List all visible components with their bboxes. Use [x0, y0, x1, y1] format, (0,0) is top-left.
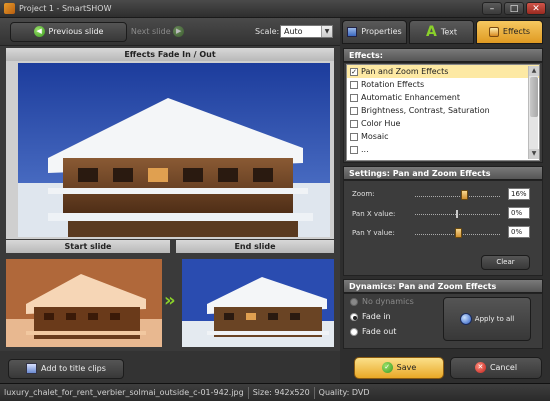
tab-properties[interactable]: Properties: [342, 20, 407, 44]
film-add-icon: [26, 363, 38, 374]
scale-label: Scale:: [255, 27, 280, 36]
minimize-button[interactable]: –: [482, 2, 502, 15]
add-to-title-clips-button[interactable]: Add to title clips: [8, 359, 124, 379]
no-dynamics-option[interactable]: No dynamics: [350, 297, 414, 306]
effects-list: ✓ Pan and Zoom Effects Rotation Effects A…: [346, 64, 540, 161]
scroll-down-icon[interactable]: ▼: [529, 149, 539, 159]
close-button[interactable]: ✕: [526, 2, 546, 15]
start-slide-caption: Start slide: [6, 240, 170, 253]
text-icon: A: [425, 24, 437, 40]
radio-fade-in[interactable]: [350, 312, 358, 321]
scroll-up-icon[interactable]: ▲: [529, 66, 539, 76]
list-item[interactable]: Brightness, Contrast, Saturation: [347, 104, 539, 117]
pan-y-label: Pan Y value:: [352, 229, 395, 237]
app-icon: [4, 3, 15, 14]
end-slide-caption: End slide: [176, 240, 334, 253]
effects-scrollbar[interactable]: ▲ ▼: [528, 66, 539, 159]
list-item[interactable]: Mosaic: [347, 130, 539, 143]
scroll-thumb[interactable]: [530, 77, 538, 117]
effect-checkbox[interactable]: [350, 145, 358, 154]
apply-icon: [459, 313, 472, 325]
apply-to-all-button[interactable]: Apply to all: [443, 297, 531, 341]
pan-y-value-field[interactable]: 0%: [508, 226, 530, 238]
effects-heading: Effects:: [343, 48, 543, 62]
status-size: Size: 942x520: [252, 388, 310, 397]
tab-effects[interactable]: Effects: [476, 20, 543, 44]
arrow-right-icon: ▶: [173, 26, 185, 37]
zoom-track[interactable]: [415, 196, 500, 198]
effect-checkbox[interactable]: [350, 132, 358, 141]
effect-checkbox[interactable]: [350, 93, 358, 102]
status-quality: Quality: DVD: [318, 388, 370, 397]
arrow-left-icon: ◀: [33, 26, 45, 37]
maximize-button[interactable]: □: [504, 2, 524, 15]
fade-out-option[interactable]: Fade out: [350, 327, 396, 336]
tab-text[interactable]: A Text: [409, 20, 474, 44]
cancel-icon: ✕: [474, 362, 486, 373]
pan-y-slider-handle[interactable]: [455, 228, 462, 238]
effects-preview-caption: Effects Fade In / Out: [6, 48, 334, 61]
title-bar: Project 1 - SmartSHOW – □ ✕: [0, 0, 550, 18]
effect-checkbox[interactable]: ✓: [350, 67, 358, 76]
effects-icon: [488, 26, 499, 37]
pan-x-value-field[interactable]: 0%: [508, 207, 530, 219]
fade-in-option[interactable]: Fade in: [350, 312, 391, 321]
list-item[interactable]: Color Hue: [347, 117, 539, 130]
effect-checkbox[interactable]: [350, 106, 358, 115]
end-slide-thumbnail[interactable]: [182, 259, 334, 347]
scale-select[interactable]: Auto ▼: [280, 25, 333, 38]
checkmark-icon: ✓: [381, 362, 393, 373]
settings-heading: Settings: Pan and Zoom Effects: [343, 166, 543, 180]
list-item[interactable]: Rotation Effects: [347, 78, 539, 91]
window-title: Project 1 - SmartSHOW: [19, 4, 112, 13]
zoom-value-field[interactable]: 16%: [508, 188, 530, 200]
list-item[interactable]: Automatic Enhancement: [347, 91, 539, 104]
chevron-down-icon: ▼: [321, 26, 332, 37]
status-bar: luxury_chalet_for_rent_verbier_solmai_ou…: [0, 383, 550, 401]
radio-fade-out[interactable]: [350, 327, 358, 336]
transition-arrow-icon: »: [164, 290, 176, 311]
dynamics-heading: Dynamics: Pan and Zoom Effects: [343, 279, 543, 293]
list-item[interactable]: ...: [347, 143, 539, 156]
save-button[interactable]: ✓ Save: [354, 357, 444, 379]
zoom-slider-handle[interactable]: [461, 190, 468, 200]
previous-slide-button[interactable]: ◀ Previous slide: [10, 22, 127, 42]
status-filename: luxury_chalet_for_rent_verbier_solmai_ou…: [4, 388, 244, 397]
radio-no-dynamics[interactable]: [350, 297, 358, 306]
list-item[interactable]: ✓ Pan and Zoom Effects: [347, 65, 539, 78]
properties-icon: [347, 26, 358, 37]
cancel-button[interactable]: ✕ Cancel: [450, 357, 542, 379]
zoom-label: Zoom:: [352, 190, 375, 198]
start-slide-thumbnail[interactable]: [6, 259, 162, 347]
next-slide-button[interactable]: Next slide ▶: [122, 22, 197, 42]
pan-x-marker: [456, 210, 458, 218]
pan-x-label: Pan X value:: [352, 210, 396, 218]
effect-checkbox[interactable]: [350, 119, 358, 128]
effect-checkbox[interactable]: [350, 80, 358, 89]
clear-button[interactable]: Clear: [481, 255, 530, 270]
main-preview-image: [18, 63, 330, 237]
